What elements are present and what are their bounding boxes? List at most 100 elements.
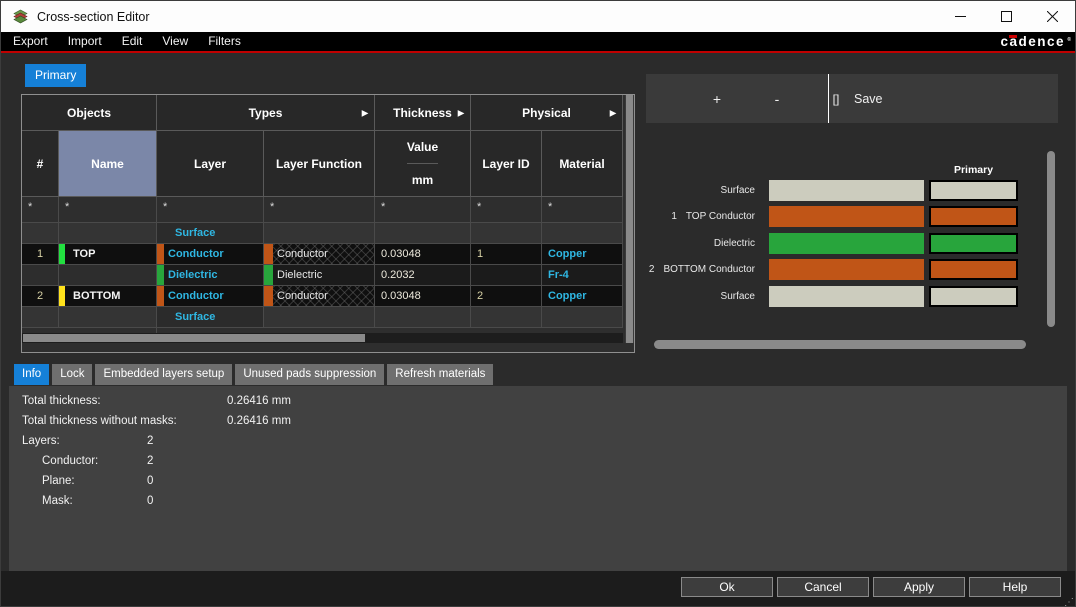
stack-bar[interactable] (769, 286, 924, 307)
stack-horizontal-scrollbar[interactable] (654, 340, 1026, 349)
col-header-name[interactable]: Name (59, 131, 157, 197)
filter-cell-layer[interactable]: * (157, 197, 264, 223)
resize-grip[interactable]: ⋰ (1064, 597, 1074, 607)
tab-refresh-materials[interactable]: Refresh materials (387, 364, 493, 385)
save-button[interactable]: Save (846, 74, 906, 123)
cell-layer-function[interactable]: Conductor (264, 286, 375, 307)
ok-button[interactable]: Ok (681, 577, 773, 597)
group-types[interactable]: Types▶ (157, 95, 375, 131)
group-thickness[interactable]: Thickness▶ (375, 95, 471, 131)
tab-lock[interactable]: Lock (52, 364, 92, 385)
cell-thickness[interactable] (375, 307, 471, 328)
menu-view[interactable]: View (152, 32, 198, 51)
menu-export[interactable]: Export (3, 32, 58, 51)
cell-material[interactable]: Copper (542, 286, 623, 307)
filter-cell-name[interactable]: * (59, 197, 157, 223)
cell-material[interactable] (542, 223, 623, 244)
cell-num[interactable] (22, 265, 59, 286)
cell-layer-id[interactable] (471, 307, 542, 328)
minimize-button[interactable] (937, 1, 983, 32)
stack-bar-primary[interactable] (929, 206, 1018, 227)
cell-layer-id[interactable]: 1 (471, 244, 542, 265)
cell-layer[interactable]: Conductor (157, 286, 264, 307)
table-row-surface-top: Surface (22, 223, 623, 244)
stack-bar-primary[interactable] (929, 233, 1018, 254)
tab-primary[interactable]: Primary (25, 64, 86, 87)
stack-bar[interactable] (769, 180, 924, 201)
cell-thickness[interactable]: 0.03048 (375, 244, 471, 265)
cell-layer[interactable]: Surface (157, 307, 264, 328)
filter-cell-material[interactable]: * (542, 197, 623, 223)
col-header-value[interactable]: Value (407, 131, 438, 164)
cell-layer-function[interactable] (264, 307, 375, 328)
menu-filters[interactable]: Filters (198, 32, 251, 51)
cell-layer[interactable]: Dielectric (157, 265, 264, 286)
cell-thickness[interactable] (375, 223, 471, 244)
cell-layer-function[interactable]: Dielectric (264, 265, 375, 286)
cell-name[interactable] (59, 223, 157, 244)
menu-edit[interactable]: Edit (112, 32, 153, 51)
cell-thickness[interactable]: 0.03048 (375, 286, 471, 307)
maximize-button[interactable] (983, 1, 1029, 32)
filter-cell-thickness[interactable]: * (375, 197, 471, 223)
expand-arrow-icon[interactable]: ▶ (362, 108, 368, 117)
cell-num[interactable] (22, 223, 59, 244)
remove-layer-button[interactable]: - (762, 74, 792, 123)
scrollbar-thumb[interactable] (626, 95, 633, 343)
stack-layer-num: 1 (671, 211, 677, 222)
tab-info[interactable]: Info (14, 364, 49, 385)
stack-bar-primary[interactable] (929, 180, 1018, 201)
col-header-layer[interactable]: Layer (157, 131, 264, 197)
expand-arrow-icon[interactable]: ▶ (458, 108, 464, 117)
col-header-material[interactable]: Material (542, 131, 623, 197)
cell-layer-id[interactable] (471, 223, 542, 244)
cell-layer-id[interactable] (471, 265, 542, 286)
cell-layer-function[interactable]: Conductor (264, 244, 375, 265)
filter-cell-num[interactable]: * (22, 197, 59, 223)
table-row-top-conductor: 1 TOP Conductor Conductor 0.03048 1 Copp… (22, 244, 623, 265)
stack-bar-primary[interactable] (929, 286, 1018, 307)
stack-bar[interactable] (769, 259, 924, 280)
cell-num[interactable]: 2 (22, 286, 59, 307)
menu-import[interactable]: Import (58, 32, 112, 51)
cell-material[interactable]: Fr-4 (542, 265, 623, 286)
group-physical[interactable]: Physical▶ (471, 95, 623, 131)
cell-num[interactable] (22, 307, 59, 328)
table-vertical-scrollbar[interactable] (625, 95, 634, 343)
group-objects[interactable]: Objects (22, 95, 157, 131)
apply-button[interactable]: Apply (873, 577, 965, 597)
table-horizontal-scrollbar[interactable] (22, 333, 623, 343)
cell-name[interactable] (59, 307, 157, 328)
cell-layer-function[interactable] (264, 223, 375, 244)
tab-embedded-layers-setup[interactable]: Embedded layers setup (95, 364, 232, 385)
add-layer-button[interactable]: + (702, 74, 732, 123)
cell-name[interactable] (59, 265, 157, 286)
table-filter-row: * * * * * * * (22, 197, 623, 223)
stack-vertical-scrollbar[interactable] (1047, 151, 1055, 327)
col-header-thickness-value[interactable]: Value mm (375, 131, 471, 197)
col-header-layer-id[interactable]: Layer ID (471, 131, 542, 197)
help-button[interactable]: Help (969, 577, 1061, 597)
cell-name[interactable]: TOP (59, 244, 157, 265)
col-header-layer-function[interactable]: Layer Function (264, 131, 375, 197)
expand-arrow-icon[interactable]: ▶ (610, 108, 616, 117)
scrollbar-thumb[interactable] (23, 334, 365, 342)
stack-bar[interactable] (769, 233, 924, 254)
stack-bar[interactable] (769, 206, 924, 227)
cell-layer[interactable]: Conductor (157, 244, 264, 265)
cell-material[interactable]: Copper (542, 244, 623, 265)
col-header-num[interactable]: # (22, 131, 59, 197)
stack-bar-primary[interactable] (929, 259, 1018, 280)
cell-num[interactable]: 1 (22, 244, 59, 265)
cell-material[interactable] (542, 307, 623, 328)
cell-layer-id[interactable]: 2 (471, 286, 542, 307)
tab-unused-pads-suppression[interactable]: Unused pads suppression (235, 364, 384, 385)
cell-layer[interactable]: Surface (157, 223, 264, 244)
cell-name[interactable]: BOTTOM (59, 286, 157, 307)
col-header-unit-mm[interactable]: mm (412, 164, 433, 197)
cancel-button[interactable]: Cancel (777, 577, 869, 597)
filter-cell-layer-function[interactable]: * (264, 197, 375, 223)
cell-thickness[interactable]: 0.2032 (375, 265, 471, 286)
filter-cell-layer-id[interactable]: * (471, 197, 542, 223)
close-button[interactable] (1029, 1, 1075, 32)
